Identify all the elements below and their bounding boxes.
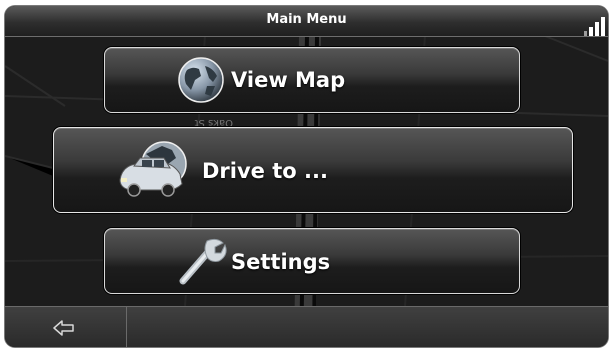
globe-icon bbox=[178, 57, 224, 103]
car-icon bbox=[119, 141, 187, 197]
title-bar: Main Menu bbox=[5, 6, 608, 37]
drive-to-button[interactable]: Drive to ... bbox=[53, 127, 573, 213]
bottom-bar bbox=[5, 306, 608, 347]
page-title: Main Menu bbox=[266, 12, 347, 27]
wrench-icon bbox=[179, 238, 227, 285]
navigation-screen: Oaks St Main Menu View Map Drive to ... … bbox=[5, 6, 608, 347]
view-map-label: View Map bbox=[231, 68, 346, 92]
settings-label: Settings bbox=[231, 250, 331, 274]
back-button[interactable] bbox=[5, 307, 127, 347]
settings-button[interactable]: Settings bbox=[104, 228, 520, 294]
signal-strength-icon bbox=[584, 17, 605, 36]
view-map-button[interactable]: View Map bbox=[104, 47, 520, 113]
back-arrow-icon bbox=[53, 320, 74, 336]
drive-to-label: Drive to ... bbox=[202, 159, 328, 183]
